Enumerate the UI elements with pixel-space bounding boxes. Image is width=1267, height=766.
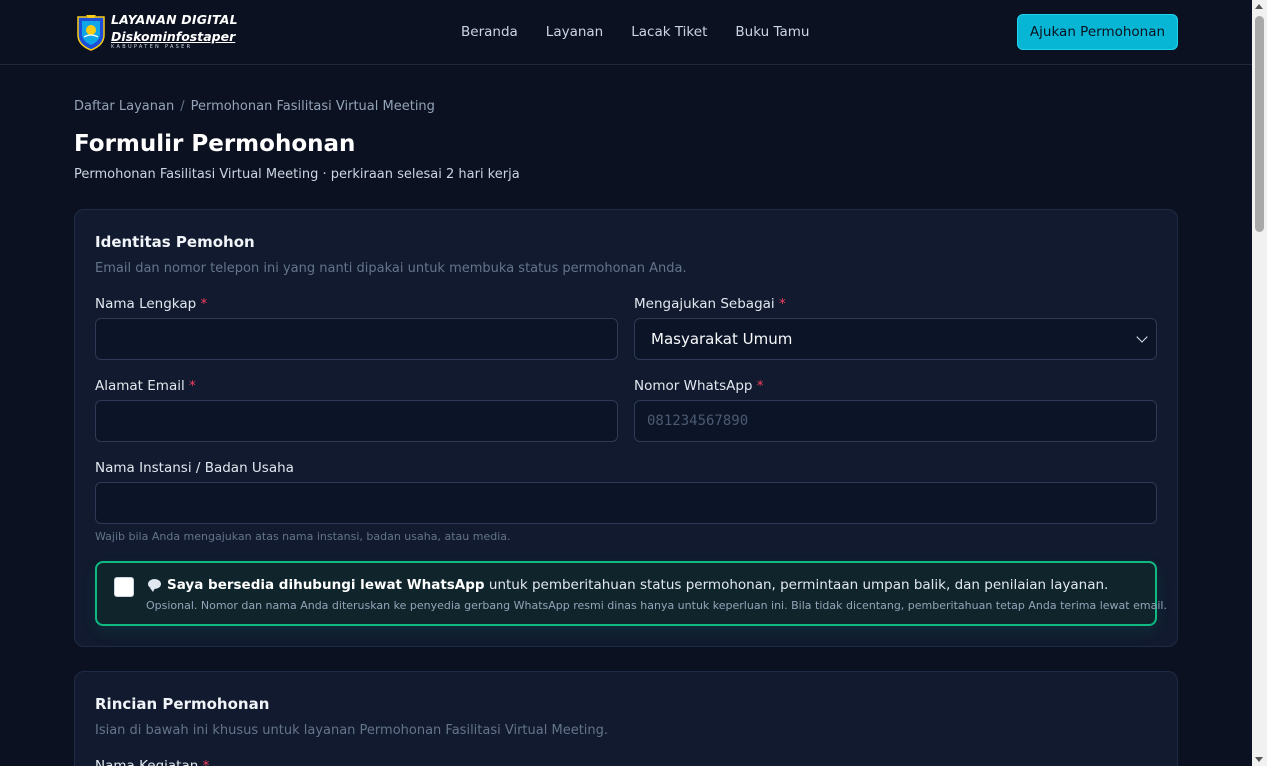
nav-lacak-tiket[interactable]: Lacak Tiket — [631, 24, 707, 40]
page-scrollbar[interactable] — [1252, 0, 1267, 766]
site-logo[interactable]: LAYANAN DIGITAL Diskominfostaper KABUPAT… — [76, 11, 238, 53]
whatsapp-consent-box: Saya bersedia dihubungi lewat WhatsApp u… — [95, 561, 1167, 626]
identity-card-description: Email dan nomor telepon ini yang nanti d… — [95, 261, 687, 276]
scroll-up-arrow-icon[interactable] — [1255, 4, 1263, 9]
breadcrumb-root-link[interactable]: Daftar Layanan — [74, 99, 174, 114]
email-label: Alamat Email * — [95, 378, 196, 394]
institution-hint: Wajib bila Anda mengajukan atas nama ins… — [95, 530, 511, 543]
breadcrumb-separator: / — [180, 99, 185, 114]
institution-input[interactable] — [95, 482, 1157, 524]
breadcrumb-current: Permohonan Fasilitasi Virtual Meeting — [190, 99, 435, 114]
activity-name-label: Nama Kegiatan * — [95, 758, 210, 766]
name-label: Nama Lengkap * — [95, 296, 208, 312]
scrollbar-thumb[interactable] — [1255, 16, 1264, 232]
details-card-description: Isian di bawah ini khusus untuk layanan … — [95, 723, 609, 738]
scroll-down-arrow-icon[interactable] — [1255, 757, 1263, 762]
whatsapp-consent-checkbox[interactable] — [114, 577, 134, 597]
whatsapp-input[interactable] — [634, 400, 1157, 442]
institution-label: Nama Instansi / Badan Usaha — [95, 460, 294, 476]
consent-text: untuk pemberitahuan status permohonan, p… — [484, 577, 1109, 593]
identity-card-title: Identitas Pemohon — [95, 233, 255, 251]
role-select[interactable]: Masyarakat Umum — [634, 318, 1157, 360]
breadcrumb: Daftar Layanan / Permohonan Fasilitasi Vir… — [74, 99, 435, 114]
whatsapp-label: Nomor WhatsApp * — [634, 378, 764, 394]
details-card: Rincian Permohonan Isian di bawah ini kh… — [74, 671, 1178, 766]
page-subtitle: Permohonan Fasilitasi Virtual Meeting · … — [74, 167, 520, 182]
details-card-title: Rincian Permohonan — [95, 695, 270, 713]
regency-shield-icon — [77, 15, 105, 51]
logo-line-1: LAYANAN DIGITAL — [111, 12, 238, 27]
identity-card: Identitas Pemohon Email dan nomor telepo… — [74, 209, 1178, 647]
role-select-value: Masyarakat Umum — [651, 330, 793, 348]
logo-line-2: Diskominfostaper — [111, 28, 236, 44]
consent-label[interactable]: Saya bersedia dihubungi lewat WhatsApp u… — [148, 577, 1108, 593]
consent-note: Opsional. Nomor dan nama Anda diteruskan… — [146, 599, 1167, 612]
full-name-input[interactable] — [95, 318, 618, 360]
role-label: Mengajukan Sebagai * — [634, 296, 786, 312]
top-navbar: LAYANAN DIGITAL Diskominfostaper KABUPAT… — [0, 0, 1252, 65]
main-nav: Beranda Layanan Lacak Tiket Buku Tamu — [461, 24, 809, 40]
consent-bold-text: Saya bersedia dihubungi lewat WhatsApp — [167, 577, 485, 593]
nav-layanan[interactable]: Layanan — [546, 24, 603, 40]
speech-bubble-icon — [148, 579, 161, 592]
email-input[interactable] — [95, 400, 618, 442]
logo-line-3: KABUPATEN PASER — [111, 44, 193, 50]
nav-beranda[interactable]: Beranda — [461, 24, 518, 40]
submit-request-button[interactable]: Ajukan Permohonan — [1017, 14, 1178, 50]
page-title: Formulir Permohonan — [74, 131, 356, 157]
nav-buku-tamu[interactable]: Buku Tamu — [735, 24, 809, 40]
chevron-down-icon — [1136, 331, 1148, 343]
